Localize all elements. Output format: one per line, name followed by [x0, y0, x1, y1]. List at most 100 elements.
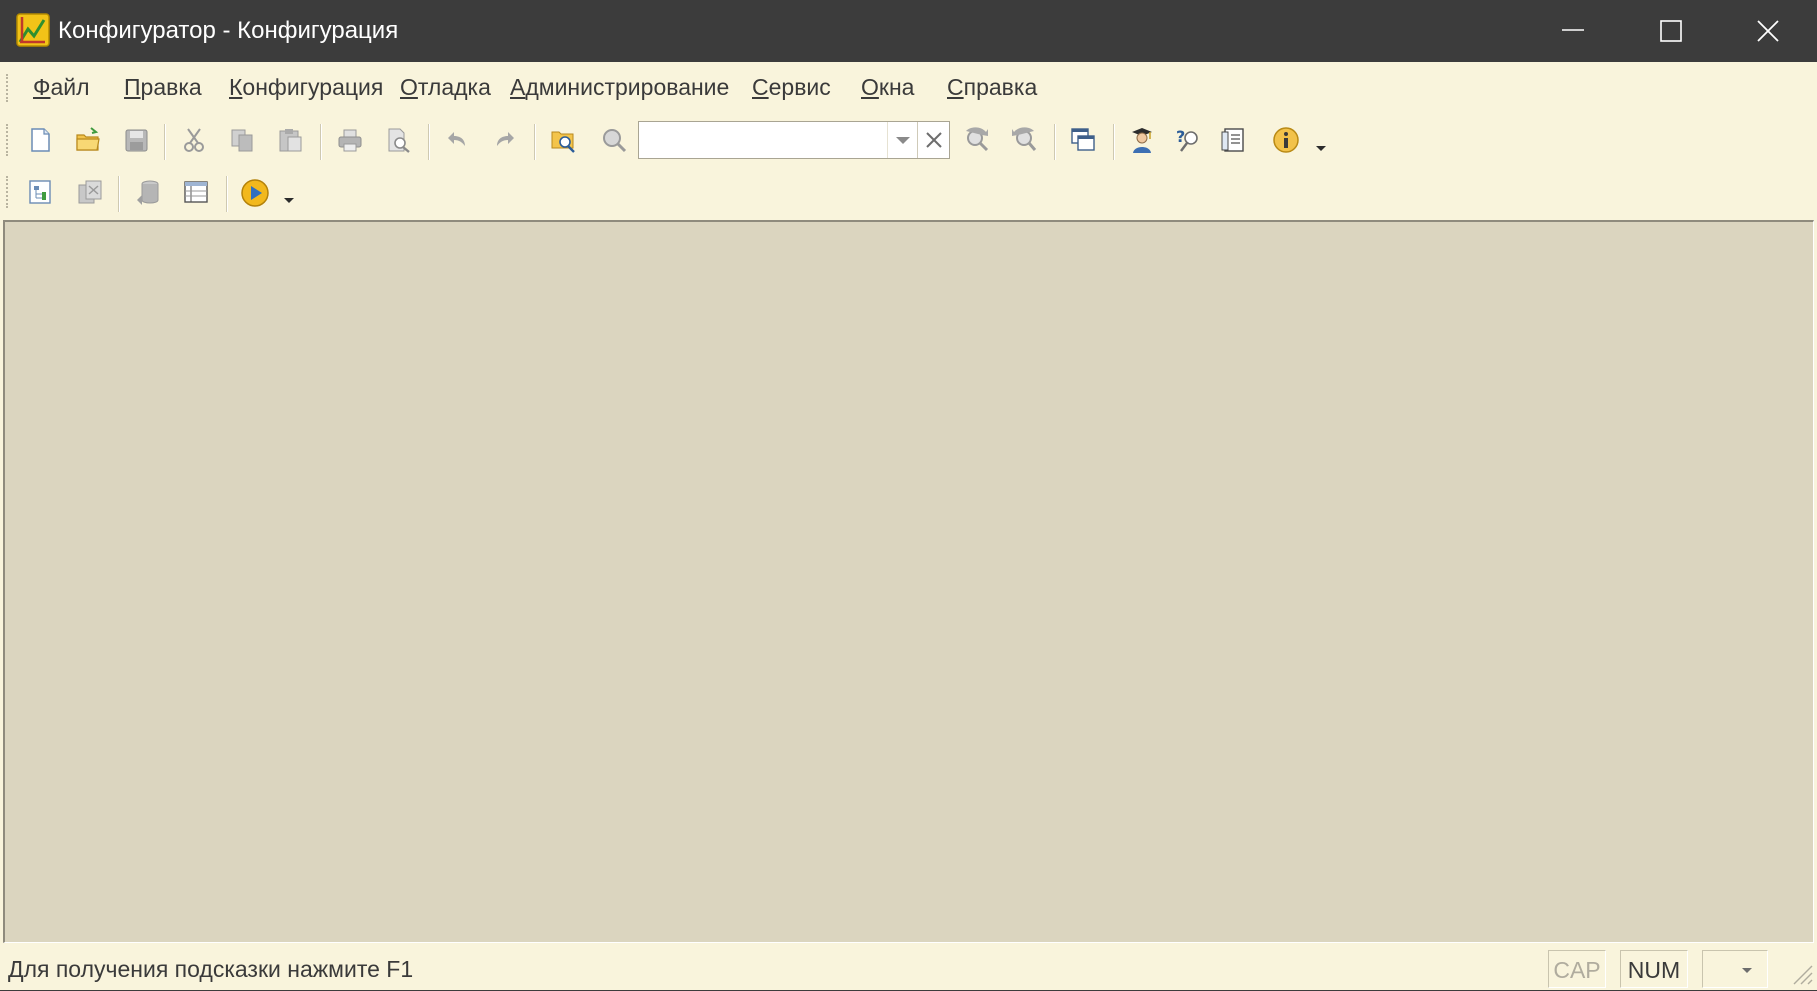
table-view-button[interactable] [176, 172, 216, 212]
title-bar[interactable]: Конфигуратор - Конфигурация [0, 0, 1817, 62]
minimize-button[interactable] [1524, 0, 1622, 62]
undo-icon [448, 132, 465, 146]
help-search-button[interactable]: ? [1168, 120, 1208, 160]
app-window: Конфигуратор - Конфигурация Файл Правка … [0, 0, 1817, 990]
search-input[interactable] [641, 124, 901, 156]
cut-icon [184, 128, 204, 152]
dropdown-arrow-icon [284, 198, 294, 203]
undo-button[interactable] [438, 120, 478, 160]
windows-icon [1071, 128, 1095, 151]
maximize-icon [1660, 20, 1682, 42]
toolbar-options-dropdown[interactable] [1310, 128, 1332, 168]
start-debug-icon [241, 179, 269, 207]
cut-button[interactable] [174, 120, 214, 160]
main-frame: Файл Правка Конфигурация Отладка Админис… [0, 62, 1817, 990]
num-lock-indicator: NUM [1620, 950, 1688, 988]
menu-help[interactable]: Справка [947, 62, 1037, 113]
new-button[interactable] [20, 120, 60, 160]
close-icon [1757, 20, 1779, 42]
find-icon [551, 131, 575, 153]
open-configuration-button[interactable] [20, 172, 60, 212]
minimize-icon [1562, 29, 1584, 31]
toolbar-separator [1113, 124, 1115, 160]
app-logo-icon [16, 13, 50, 47]
close-button[interactable] [1719, 0, 1817, 62]
paste-button[interactable] [270, 120, 310, 160]
windows-list-button[interactable] [1063, 120, 1103, 160]
svg-text:?: ? [1176, 127, 1185, 146]
compare-configurations-button[interactable] [70, 172, 110, 212]
open-folder-icon [76, 127, 100, 151]
toolbar-grip[interactable] [6, 124, 12, 156]
redo-button[interactable] [484, 120, 524, 160]
save-button[interactable] [116, 120, 156, 160]
about-button[interactable] [1266, 120, 1306, 160]
standard-toolbar: ? [0, 114, 1817, 168]
search-dropdown-button[interactable] [887, 122, 918, 158]
info-icon [1273, 127, 1299, 153]
redo-icon [497, 132, 514, 146]
menu-service[interactable]: Сервис [752, 62, 831, 113]
dropdown-arrow-icon [1316, 146, 1326, 151]
search-icon [603, 129, 627, 153]
find-in-tree-button[interactable] [543, 120, 583, 160]
status-bar: Для получения подсказки нажмите F1 CAP N… [0, 948, 1817, 990]
window-title: Конфигуратор - Конфигурация [58, 17, 399, 44]
save-icon [125, 129, 148, 152]
debug-options-dropdown[interactable] [278, 180, 300, 220]
find-previous-button[interactable] [1003, 120, 1043, 160]
print-icon [338, 129, 362, 152]
print-button[interactable] [330, 120, 370, 160]
start-debugging-button[interactable] [234, 172, 274, 212]
resize-grip[interactable] [1784, 956, 1814, 986]
print-preview-icon [388, 128, 410, 153]
find-next-icon [966, 127, 989, 152]
menu-file[interactable]: Файл [33, 62, 90, 113]
search-button[interactable] [594, 120, 634, 160]
toolbar-separator [226, 176, 228, 212]
status-hint: Для получения подсказки нажмите F1 [8, 956, 414, 982]
chevron-down-icon [1742, 968, 1752, 973]
open-button[interactable] [68, 120, 108, 160]
menu-windows[interactable]: Окна [861, 62, 914, 113]
help-contents-icon [1221, 128, 1244, 152]
copy-button[interactable] [222, 120, 262, 160]
toolbar-separator [534, 124, 536, 160]
update-database-button[interactable] [128, 172, 168, 212]
caps-lock-indicator: CAP [1548, 950, 1606, 988]
menu-configuration[interactable]: Конфигурация [229, 62, 383, 113]
configuration-toolbar [0, 168, 1817, 222]
search-clear-button[interactable] [917, 122, 950, 158]
table-icon [184, 181, 208, 203]
status-dropdown[interactable] [1702, 950, 1768, 988]
maximize-button[interactable] [1622, 0, 1720, 62]
search-combobox[interactable] [638, 121, 950, 159]
resize-grip-icon [1793, 965, 1813, 985]
toolbar-separator [428, 124, 430, 160]
database-icon [137, 180, 159, 205]
help-contents-button[interactable] [1214, 120, 1254, 160]
find-previous-icon [1012, 127, 1037, 151]
toolbar-separator [1054, 124, 1056, 160]
paste-icon [279, 129, 302, 152]
menu-edit[interactable]: Правка [124, 62, 202, 113]
assistant-icon [1132, 128, 1152, 153]
assistant-button[interactable] [1122, 120, 1162, 160]
print-preview-button[interactable] [378, 120, 418, 160]
clear-icon [926, 132, 942, 148]
configuration-tree-icon [29, 180, 51, 204]
chevron-down-icon [896, 137, 910, 144]
copy-icon [231, 129, 253, 152]
menubar-grip[interactable] [6, 74, 12, 102]
mdi-workspace[interactable] [3, 220, 1814, 943]
find-next-button[interactable] [957, 120, 997, 160]
toolbar-separator [320, 124, 322, 160]
toolbar-grip[interactable] [6, 176, 12, 208]
toolbar-separator [118, 176, 120, 212]
compare-icon [78, 180, 102, 204]
toolbar-separator [164, 124, 166, 160]
menu-administration[interactable]: Администрирование [510, 62, 729, 113]
menu-bar: Файл Правка Конфигурация Отладка Админис… [0, 62, 1817, 113]
new-document-icon [31, 128, 50, 152]
menu-debug[interactable]: Отладка [400, 62, 491, 113]
